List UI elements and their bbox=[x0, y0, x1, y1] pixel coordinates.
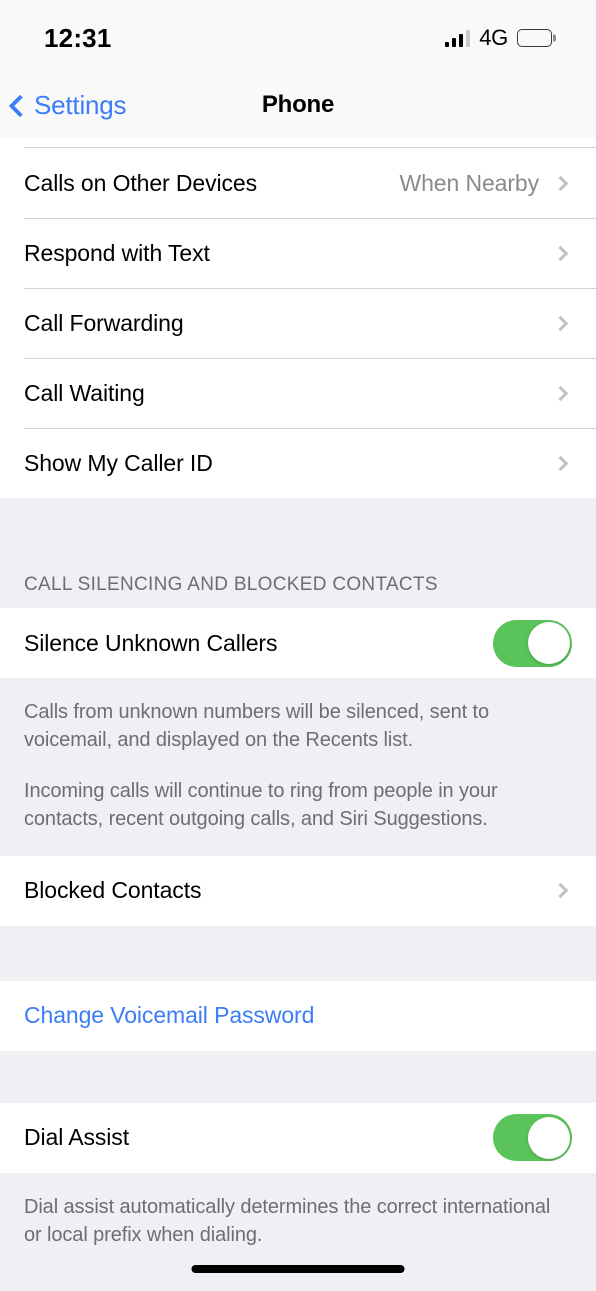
blocked-contacts-group: Blocked Contacts bbox=[0, 855, 596, 926]
voicemail-password-group: Change Voicemail Password bbox=[0, 980, 596, 1051]
home-indicator[interactable] bbox=[191, 1265, 405, 1273]
section-header-call-silencing: CALL SILENCING AND BLOCKED CONTACTS bbox=[0, 574, 596, 608]
row-label: Show My Caller ID bbox=[24, 449, 213, 476]
row-respond-with-text[interactable]: Respond with Text bbox=[0, 218, 596, 288]
toggle-knob bbox=[527, 622, 570, 664]
network-type-label: 4G bbox=[479, 25, 508, 50]
row-label: Respond with Text bbox=[24, 239, 210, 266]
section-footer-dial-assist: Dial assist automatically determines the… bbox=[0, 1172, 596, 1272]
chevron-right-icon bbox=[552, 175, 569, 191]
row-blocked-contacts[interactable]: Blocked Contacts bbox=[0, 855, 596, 926]
row-calls-on-other-devices[interactable]: Calls on Other Devices When Nearby bbox=[0, 148, 596, 218]
silence-unknown-callers-group: Silence Unknown Callers bbox=[0, 608, 596, 678]
row-silence-unknown-callers[interactable]: Silence Unknown Callers bbox=[0, 608, 596, 678]
chevron-right-icon bbox=[552, 315, 569, 331]
row-call-waiting[interactable]: Call Waiting bbox=[0, 358, 596, 428]
group-gap bbox=[0, 925, 596, 981]
row-change-voicemail-password[interactable]: Change Voicemail Password bbox=[0, 980, 596, 1051]
row-label: Silence Unknown Callers bbox=[24, 629, 278, 656]
partially-scrolled-row bbox=[0, 138, 596, 148]
status-bar: 12:31 4G bbox=[0, 0, 596, 72]
row-dial-assist[interactable]: Dial Assist bbox=[0, 1102, 596, 1173]
navigation-bar: Settings Phone bbox=[0, 72, 596, 138]
calls-settings-group: Calls on Other Devices When Nearby Respo… bbox=[0, 148, 596, 498]
row-label: Dial Assist bbox=[24, 1124, 129, 1151]
footer-paragraph-2: Incoming calls will continue to ring fro… bbox=[24, 779, 498, 831]
back-button[interactable]: Settings bbox=[0, 89, 127, 121]
chevron-right-icon bbox=[552, 385, 569, 401]
chevron-right-icon bbox=[552, 882, 569, 899]
toggle-knob bbox=[527, 1116, 570, 1159]
footer-paragraph: Dial assist automatically determines the… bbox=[24, 1195, 551, 1246]
group-gap bbox=[0, 498, 596, 574]
status-bar-indicators: 4G bbox=[444, 21, 556, 51]
section-footer-silence-unknown-callers: Calls from unknown numbers will be silen… bbox=[0, 678, 596, 856]
settings-scroll-view[interactable]: Calls on Other Devices When Nearby Respo… bbox=[0, 138, 596, 1291]
dial-assist-toggle[interactable] bbox=[493, 1114, 572, 1162]
row-label: Call Waiting bbox=[24, 379, 145, 406]
row-call-forwarding[interactable]: Call Forwarding bbox=[0, 288, 596, 358]
silence-unknown-callers-toggle[interactable] bbox=[493, 619, 572, 667]
row-value: When Nearby bbox=[399, 169, 539, 196]
status-bar-clock: 12:31 bbox=[44, 22, 112, 53]
iphone-screen: 12:31 4G Settings Phone Calls on Other D… bbox=[0, 0, 596, 1291]
chevron-right-icon bbox=[552, 455, 569, 471]
footer-paragraph-1: Calls from unknown numbers will be silen… bbox=[24, 701, 490, 752]
cellular-signal-icon bbox=[444, 29, 471, 47]
back-button-label: Settings bbox=[34, 89, 127, 120]
row-label: Call Forwarding bbox=[24, 309, 184, 336]
row-label: Change Voicemail Password bbox=[24, 1002, 315, 1029]
row-show-my-caller-id[interactable]: Show My Caller ID bbox=[0, 428, 596, 498]
row-label: Blocked Contacts bbox=[24, 877, 202, 904]
battery-icon bbox=[517, 29, 556, 47]
dial-assist-group: Dial Assist bbox=[0, 1102, 596, 1173]
chevron-left-icon bbox=[8, 94, 32, 117]
group-gap bbox=[0, 1050, 596, 1103]
row-label: Calls on Other Devices bbox=[24, 169, 257, 196]
chevron-right-icon bbox=[552, 245, 569, 261]
